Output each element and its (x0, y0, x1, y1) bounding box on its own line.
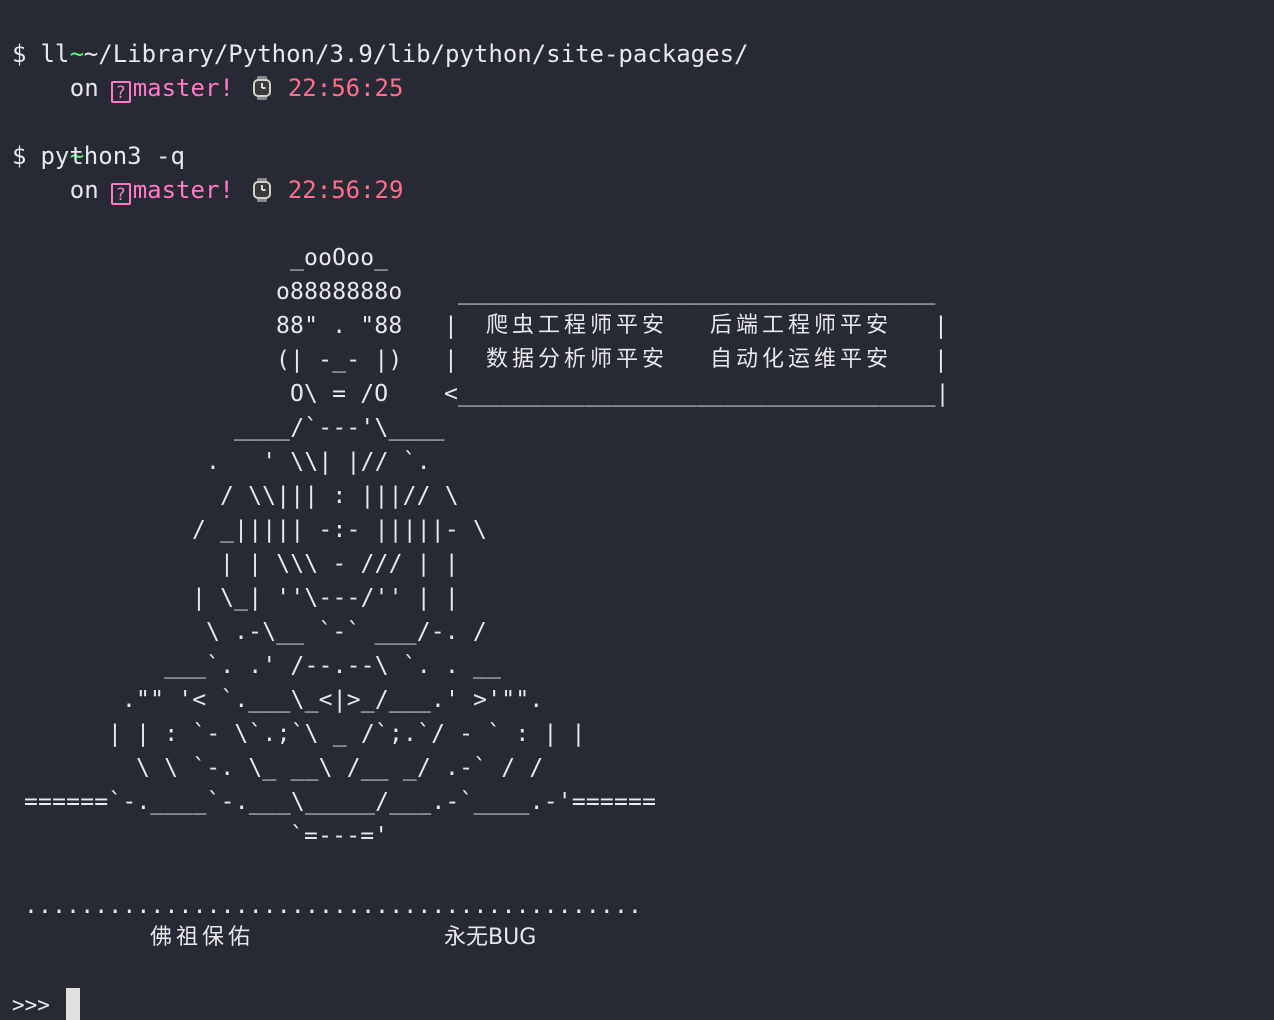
prompt-dollar: $ (12, 40, 27, 68)
ascii-art-line: | | : `- \`.;`\ _ /`;.`/ - ` : | | (108, 721, 586, 747)
bubble-text: 数据分析师平安 (486, 347, 669, 372)
prompt-time: 22:56:29 (287, 176, 404, 204)
ascii-art-line: `=---=' (290, 823, 389, 849)
git-branch: master! (132, 74, 234, 102)
prompt-time: 22:56:25 (287, 74, 404, 102)
ascii-art-line: ____/`---'\____ (234, 415, 445, 441)
blessing-right: 永无BUG (444, 925, 537, 950)
bubble-top: __________________________________ (458, 279, 936, 305)
ascii-art-line: ======`-.____`-.___\_____/___.-`____.-'=… (24, 789, 657, 815)
python-repl-prompt: >>> (12, 993, 50, 1017)
prompt-dollar: $ (12, 142, 27, 170)
watch-icon (252, 76, 271, 100)
bubble-bar-left: | (444, 347, 459, 373)
bubble-text: 爬虫工程师平安 (486, 313, 669, 338)
bubble-text: 自动化运维平安 (710, 347, 893, 372)
dots-line: ........................................… (24, 893, 643, 919)
prompt-line-1: ~ on? master! 22:56:25 (12, 3, 403, 103)
ascii-art-line: / \\||| : |||// \ (220, 483, 459, 509)
ascii-art-line: _ooOoo_ (290, 245, 389, 271)
ascii-art-line: \ \ `-. \_ __\ /__ _/ .-` / / (136, 755, 544, 781)
ascii-art-line: | \_| ''\---/'' | | (192, 585, 459, 611)
terminal-window[interactable]: ~ on? master! 22:56:25 $ ll ~/Library/Pytho… (0, 0, 1274, 1020)
blessing-left: 佛祖保佑 (150, 925, 255, 950)
git-branch: master! (132, 176, 234, 204)
bubble-text: 后端工程师平安 (710, 313, 893, 338)
ascii-art-line: o8888888o (276, 279, 403, 305)
prompt-line-2: ~ on? master! 22:56:29 (12, 105, 403, 205)
ascii-art-line: | | \\\ - /// | | (220, 551, 459, 577)
watch-icon (252, 178, 271, 202)
bubble-bar-right: | (934, 347, 949, 373)
ascii-art-line: / _||||| -:- |||||- \ (192, 517, 487, 543)
bubble-bottom: <__________________________________| (444, 381, 950, 407)
ascii-art-line: ."" '< `.___\_<|>_/___.' >'"". (122, 687, 544, 713)
text-cursor[interactable] (66, 988, 80, 1020)
ascii-art-line: . ' \\| |// `. (206, 449, 431, 475)
command-line-1: $ ll ~/Library/Python/3.9/lib/python/site… (12, 37, 748, 71)
command-line-2: $ python3 -q (12, 139, 185, 173)
ascii-art-line: O\ = /O (290, 381, 389, 407)
bubble-bar-left: | (444, 313, 459, 339)
command-text: ll ~/Library/Python/3.9/lib/python/site-… (40, 40, 749, 68)
bubble-bar-right: | (934, 313, 949, 339)
ascii-art-line: \ .-\__ `-` ___/-. / (206, 619, 487, 645)
prompt-on: on (69, 176, 99, 204)
ascii-art-line: 88" . "88 (276, 313, 403, 339)
ascii-art-line: (| -_- |) (276, 347, 403, 373)
ascii-art-line: ___`. .' /--.--\ `. . __ (164, 653, 502, 679)
git-status-icon: ? (110, 81, 131, 103)
prompt-on: on (69, 74, 99, 102)
command-text: python3 -q (40, 142, 185, 170)
git-status-icon: ? (110, 183, 131, 205)
